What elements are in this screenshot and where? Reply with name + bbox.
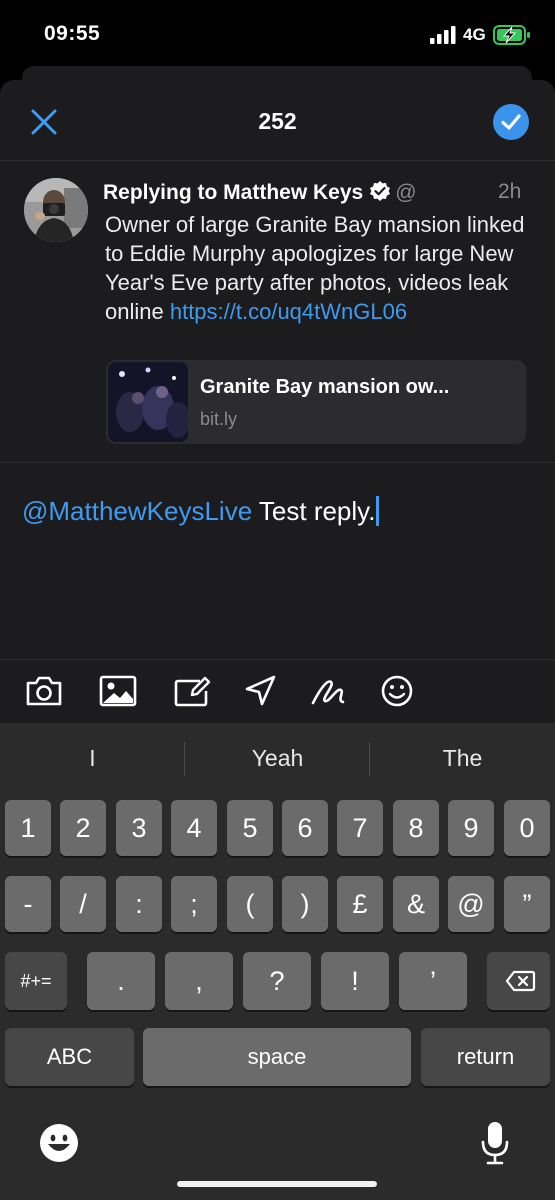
character-count: 252 [258,108,297,134]
image-icon[interactable] [98,673,138,709]
draw-icon[interactable] [309,673,349,709]
link-card-domain: bit.ly [200,409,238,429]
context-divider [0,462,555,463]
key-close-paren[interactable]: ) [282,876,328,932]
key-slash[interactable]: / [60,876,106,932]
location-icon[interactable] [241,673,281,709]
key-question[interactable]: ? [243,952,311,1010]
replying-to-label: Replying to Matthew Keys [103,181,364,204]
key-comma[interactable]: , [165,952,233,1010]
key-0[interactable]: 0 [504,800,550,856]
compose-field[interactable]: @MatthewKeysLive Test reply. [22,496,532,527]
microphone-icon[interactable] [478,1120,512,1166]
emoji-icon[interactable] [377,673,417,709]
key-apostrophe[interactable]: ’ [399,952,467,1010]
link-card-title: Granite Bay mansion ow... [200,376,450,398]
checkmark-icon [501,114,521,130]
space-key[interactable]: space [143,1028,411,1086]
tweet-body: Owner of large Granite Bay mansion linke… [105,210,535,326]
return-key[interactable]: return [421,1028,550,1086]
key-colon[interactable]: : [116,876,162,932]
key-pound[interactable]: £ [337,876,383,932]
tweet-link[interactable]: https://t.co/uq4tWnGL06 [170,299,407,324]
key-period[interactable]: . [87,952,155,1010]
text-cursor [376,496,380,526]
reply-header: Replying to Matthew Keys @ [103,180,523,210]
key-2[interactable]: 2 [60,800,106,856]
avatar[interactable] [24,178,88,242]
verified-badge-icon [370,181,391,201]
key-quote[interactable]: ” [504,876,550,932]
key-5[interactable]: 5 [227,800,273,856]
key-more-symbols[interactable]: #+= [5,952,67,1010]
key-open-paren[interactable]: ( [227,876,273,932]
key-1[interactable]: 1 [5,800,51,856]
send-button[interactable] [493,104,529,140]
party-photo [108,362,188,442]
status-time: 09:55 [44,22,101,45]
key-7[interactable]: 7 [337,800,383,856]
header-divider [0,160,555,161]
network-type: 4G [463,25,486,44]
link-card-thumbnail [108,362,188,442]
key-at[interactable]: @ [448,876,494,932]
abc-key[interactable]: ABC [5,1028,134,1086]
key-exclamation[interactable]: ! [321,952,389,1010]
tweet-timestamp: 2h [498,180,522,203]
compose-text: Test reply. [252,496,376,526]
key-6[interactable]: 6 [282,800,328,856]
prediction-3[interactable]: The [370,745,555,772]
camera-icon[interactable] [24,673,64,709]
compose-mention: @MatthewKeysLive [22,496,253,526]
key-ampersand[interactable]: & [393,876,439,932]
key-9[interactable]: 9 [448,800,494,856]
battery-charging-icon [493,25,530,45]
delete-key[interactable] [487,952,550,1010]
key-semicolon[interactable]: ; [171,876,217,932]
home-indicator [177,1181,377,1187]
backspace-icon [505,970,536,992]
signal-strength-icon [430,26,456,44]
gif-icon[interactable] [172,673,212,709]
prediction-2[interactable]: Yeah [185,745,370,772]
key-3[interactable]: 3 [116,800,162,856]
key-8[interactable]: 8 [393,800,439,856]
handle-fragment: @ [395,181,417,204]
avatar-photo [24,178,88,242]
key-hyphen[interactable]: - [5,876,51,932]
key-4[interactable]: 4 [171,800,217,856]
emoji-keyboard-icon[interactable] [38,1122,80,1164]
prediction-1[interactable]: I [0,745,185,772]
